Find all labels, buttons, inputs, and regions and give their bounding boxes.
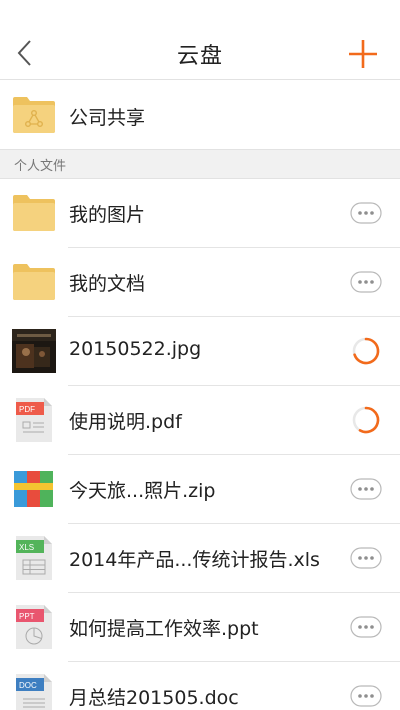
xls-file-icon: XLS	[16, 536, 52, 580]
file-name: 20150522.jpg	[69, 338, 202, 360]
shared-folder-label: 公司共享	[69, 107, 146, 129]
pdf-type-label: PDF	[19, 405, 35, 414]
file-name: 如何提高工作效率.ppt	[69, 618, 259, 640]
folder-icon	[13, 195, 55, 231]
file-name: 我的图片	[69, 204, 146, 226]
more-icon[interactable]	[350, 202, 382, 224]
file-name: 2014年产品...传统计报告.xls	[69, 549, 320, 571]
more-icon[interactable]	[350, 547, 382, 569]
section-title: 个人文件	[14, 159, 67, 174]
more-icon[interactable]	[350, 478, 382, 500]
more-icon[interactable]	[350, 616, 382, 638]
navigation-bar: 云盘	[0, 0, 400, 80]
ppt-file-icon: PPT	[16, 605, 52, 649]
list-item[interactable]: 我的文档	[0, 248, 400, 317]
page-title: 云盘	[176, 44, 223, 69]
section-header: 个人文件	[0, 149, 400, 179]
file-name: 月总结201505.doc	[69, 687, 239, 709]
list-item[interactable]: DOC 月总结201505.doc	[0, 662, 400, 710]
more-icon[interactable]	[350, 271, 382, 293]
image-thumbnail	[12, 329, 56, 373]
file-name: 使用说明.pdf	[69, 411, 182, 433]
folder-icon	[13, 264, 55, 300]
more-icon[interactable]	[350, 685, 382, 707]
file-name: 今天旅...照片.zip	[69, 480, 216, 502]
pdf-file-icon: PDF	[16, 398, 52, 442]
list-item[interactable]: 20150522.jpg	[0, 317, 400, 386]
doc-type-label: DOC	[19, 681, 37, 690]
download-progress-icon	[352, 337, 380, 365]
doc-file-icon: DOC	[16, 674, 52, 710]
list-item[interactable]: PPT 如何提高工作效率.ppt	[0, 593, 400, 662]
list-item[interactable]: PDF 使用说明.pdf	[0, 386, 400, 455]
add-icon[interactable]	[347, 38, 379, 70]
file-name: 我的文档	[69, 273, 146, 295]
list-item[interactable]: 今天旅...照片.zip	[0, 455, 400, 524]
xls-type-label: XLS	[19, 543, 34, 552]
download-progress-icon	[352, 406, 380, 434]
list-item[interactable]: XLS 2014年产品...传统计报告.xls	[0, 524, 400, 593]
ppt-type-label: PPT	[19, 612, 35, 621]
company-shared-folder[interactable]: 公司共享	[0, 81, 400, 149]
shared-folder-icon	[13, 97, 55, 133]
zip-file-icon	[14, 471, 53, 507]
list-item[interactable]: 我的图片	[0, 179, 400, 248]
